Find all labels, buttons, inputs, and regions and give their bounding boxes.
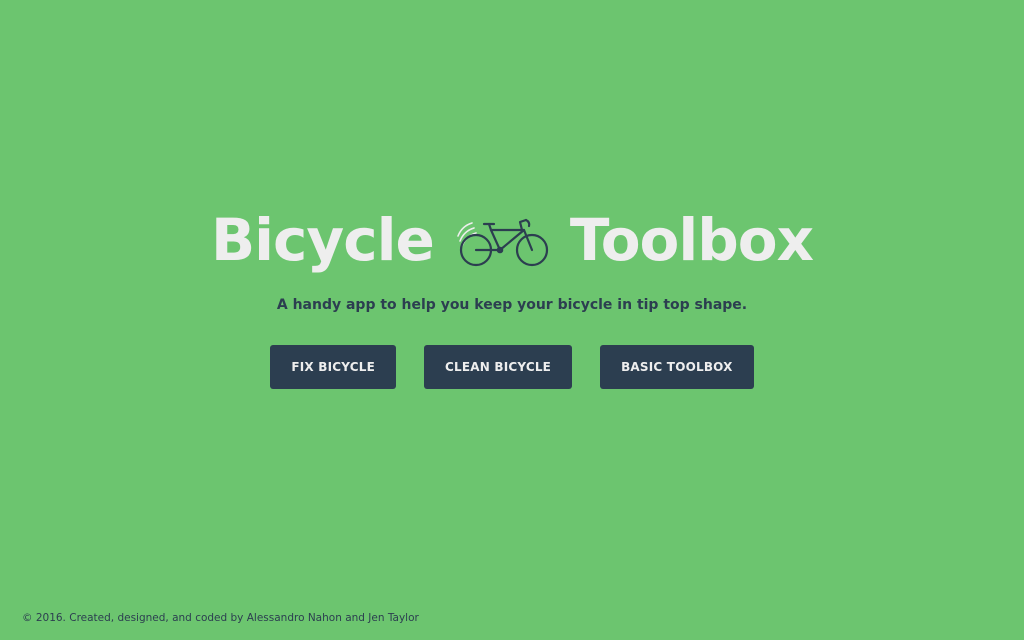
title-word-toolbox: Toolbox <box>569 206 814 274</box>
action-buttons: FIX BICYCLE CLEAN BICYCLE BASIC TOOLBOX <box>0 345 1024 389</box>
basic-toolbox-button[interactable]: BASIC TOOLBOX <box>600 345 754 389</box>
hero-section: Bicycle Toolbox A handy app to help you … <box>0 0 1024 640</box>
clean-bicycle-button[interactable]: CLEAN BICYCLE <box>423 345 573 389</box>
footer-credits: © 2016. Created, designed, and coded by … <box>22 612 419 624</box>
page-title: Bicycle Toolbox <box>0 198 1024 282</box>
fix-bicycle-button[interactable]: FIX BICYCLE <box>270 345 396 389</box>
title-word-bicycle: Bicycle <box>210 206 435 274</box>
subtitle: A handy app to help you keep your bicycl… <box>276 297 748 313</box>
bicycle-icon <box>456 210 552 270</box>
